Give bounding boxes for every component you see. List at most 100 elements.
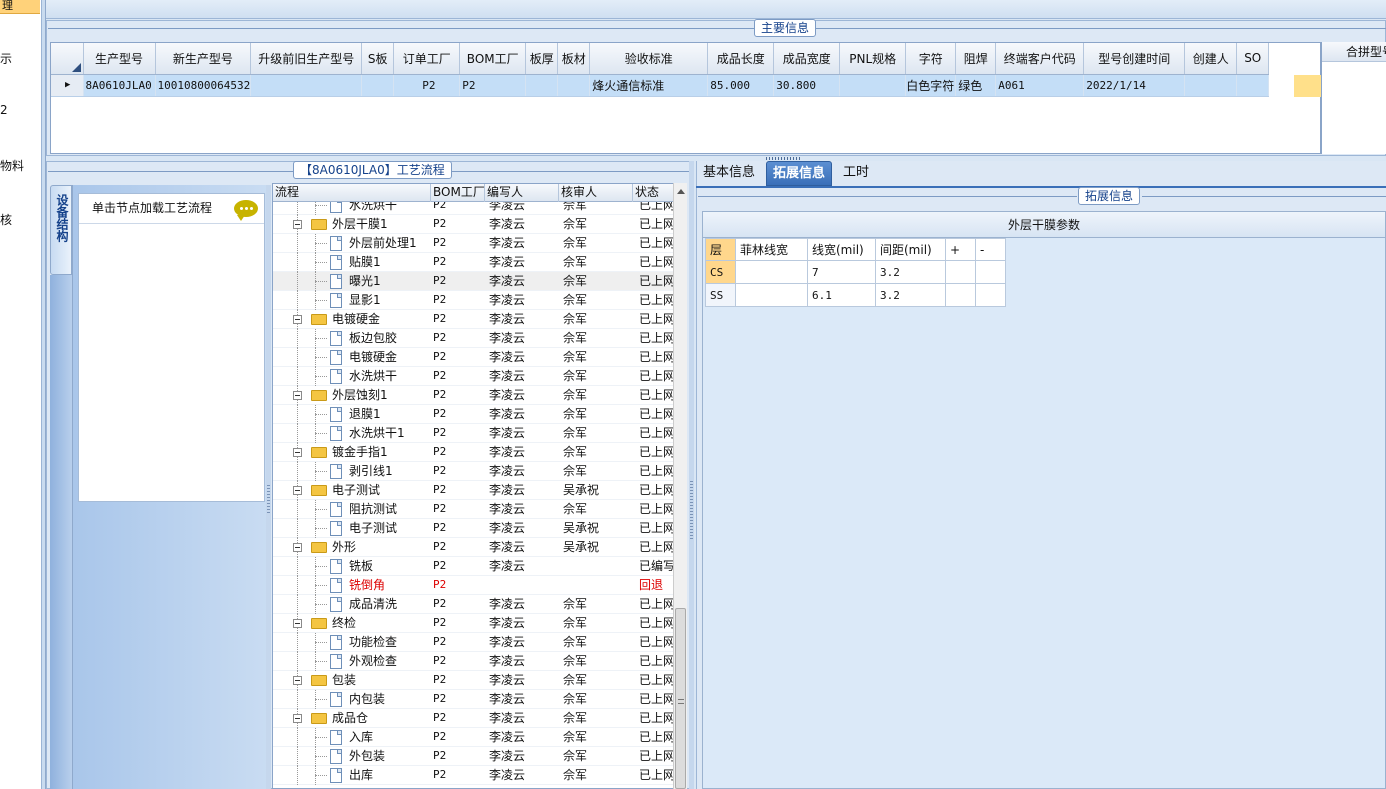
col-header-12[interactable]: 字符	[905, 43, 957, 75]
cell[interactable]	[361, 74, 395, 97]
tab-basic-info[interactable]: 基本信息	[697, 161, 761, 186]
param-col-film[interactable]: 菲林线宽	[735, 238, 808, 261]
tree-node[interactable]: 成品仓 P2 李凌云 佘军 已上网	[273, 709, 674, 728]
cell-layer[interactable]: SS	[705, 283, 736, 307]
cell[interactable]	[557, 74, 591, 97]
col-header-9[interactable]: 成品长度	[707, 43, 775, 75]
collapse-icon[interactable]	[293, 714, 302, 723]
cell-film[interactable]	[735, 283, 808, 307]
col-header-1[interactable]: 新生产型号	[155, 43, 252, 75]
cell-film[interactable]	[735, 260, 808, 284]
col-header-13[interactable]: 阻焊	[955, 43, 997, 75]
cell[interactable]	[1236, 74, 1270, 97]
cell[interactable]	[525, 74, 559, 97]
cell[interactable]: 30.800	[773, 74, 841, 97]
param-table[interactable]: 层 菲林线宽 线宽(mil) 间距(mil) + - CS 7 3.2 SS 6…	[705, 238, 1006, 307]
collapse-icon[interactable]	[293, 220, 302, 229]
param-col-spacing[interactable]: 间距(mil)	[875, 238, 946, 261]
tree-col-process[interactable]: 流程	[273, 184, 431, 202]
table-row[interactable]: ▶ 8A0610JLA0 10010800064532 P2 P2 烽火通信标准…	[51, 74, 1270, 97]
scroll-thumb[interactable]	[675, 608, 686, 789]
col-header-16[interactable]: 创建人	[1184, 43, 1238, 75]
tree-node[interactable]: 外层干膜1 P2 李凌云 佘军 已上网	[273, 215, 674, 234]
tab-work-hours[interactable]: 工时	[837, 161, 875, 186]
col-header-0[interactable]: 生产型号	[83, 43, 156, 75]
collapse-icon[interactable]	[293, 448, 302, 457]
cell-plus[interactable]	[945, 260, 976, 284]
col-header-7[interactable]: 板材	[557, 43, 591, 75]
tree-node[interactable]: 板边包胶 P2 李凌云 佘军 已上网	[273, 329, 674, 348]
cell-spacing[interactable]: 3.2	[875, 260, 946, 284]
cell-plus[interactable]	[945, 283, 976, 307]
cell[interactable]	[1184, 74, 1238, 97]
tree-node[interactable]: 电镀硬金 P2 李凌云 佘军 已上网	[273, 310, 674, 329]
tree-node[interactable]: 铣板 P2 李凌云 已编写	[273, 557, 674, 576]
tree-node[interactable]: 电子测试 P2 李凌云 吴承祝 已上网	[273, 481, 674, 500]
cell-minus[interactable]	[975, 283, 1006, 307]
merged-model-header[interactable]: 合拼型号	[1322, 42, 1386, 62]
tree-node[interactable]: 铣倒角 P2 回退	[273, 576, 674, 595]
collapse-icon[interactable]	[293, 676, 302, 685]
tree-node[interactable]: 外包装 P2 李凌云 佘军 已上网	[273, 747, 674, 766]
collapse-icon[interactable]	[293, 543, 302, 552]
cell[interactable]: 烽火通信标准	[589, 74, 709, 97]
param-col-width[interactable]: 线宽(mil)	[807, 238, 876, 261]
table-row[interactable]: SS 6.1 3.2	[705, 283, 1006, 307]
tree-node[interactable]: 内包装 P2 李凌云 佘军 已上网	[273, 690, 674, 709]
main-info-grid[interactable]: 生产型号 新生产型号 升级前旧生产型号 S板 订单工厂 BOM工厂 板厚 板材 …	[50, 42, 1321, 154]
tree-node[interactable]: 外层前处理1 P2 李凌云 佘军 已上网	[273, 234, 674, 253]
nav-item-selected[interactable]: 理	[0, 0, 40, 14]
nav-item-4[interactable]: 核	[0, 211, 12, 228]
process-tree[interactable]: 流程 BOM工厂 编写人 核审人 状态 水洗烘干 P2 李凌云 佘军 已上网 外层干膜1 P…	[272, 183, 687, 789]
tree-col-writer[interactable]: 编写人	[485, 184, 559, 202]
speech-bubble-icon[interactable]	[234, 200, 258, 221]
tree-node[interactable]: 水洗烘干1 P2 李凌云 佘军 已上网	[273, 424, 674, 443]
cell-layer[interactable]: CS	[705, 260, 736, 284]
cell-spacing[interactable]: 3.2	[875, 283, 946, 307]
tree-node[interactable]: 镀金手指1 P2 李凌云 佘军 已上网	[273, 443, 674, 462]
cell-minus[interactable]	[975, 260, 1006, 284]
tree-node[interactable]: 入库 P2 李凌云 佘军 已上网	[273, 728, 674, 747]
col-header-15[interactable]: 型号创建时间	[1083, 43, 1186, 75]
cell[interactable]: P2	[459, 74, 527, 97]
cell[interactable]	[839, 74, 907, 97]
tree-node[interactable]: 退膜1 P2 李凌云 佘军 已上网	[273, 405, 674, 424]
cell-width[interactable]: 6.1	[807, 283, 876, 307]
row-indicator[interactable]: ▶	[51, 74, 84, 97]
horizontal-splitter-grip[interactable]	[766, 157, 802, 160]
cell[interactable]: 2022/1/14	[1083, 74, 1186, 97]
tree-node[interactable]: 剥引线1 P2 李凌云 佘军 已上网	[273, 462, 674, 481]
tab-equipment-structure[interactable]: 设备结构	[50, 185, 72, 275]
col-header-5[interactable]: BOM工厂	[459, 43, 527, 75]
nav-item-1[interactable]: 示	[0, 50, 12, 67]
vertical-splitter[interactable]	[266, 185, 271, 789]
tree-col-reviewer[interactable]: 核审人	[559, 184, 633, 202]
collapse-icon[interactable]	[293, 486, 302, 495]
cell[interactable]: 10010800064532	[155, 74, 252, 97]
table-row[interactable]: CS 7 3.2	[705, 260, 1006, 284]
tree-node[interactable]: 功能检查 P2 李凌云 佘军 已上网	[273, 633, 674, 652]
nav-item-3[interactable]: 物料	[0, 157, 24, 174]
tree-node[interactable]: 外观检查 P2 李凌云 佘军 已上网	[273, 652, 674, 671]
col-header-17[interactable]: SO	[1236, 43, 1270, 75]
cell[interactable]: A061	[995, 74, 1085, 97]
cell[interactable]: P2	[393, 74, 461, 97]
col-header-11[interactable]: PNL规格	[839, 43, 907, 75]
param-col-layer[interactable]: 层	[705, 238, 736, 261]
col-header-3[interactable]: S板	[361, 43, 395, 75]
cell[interactable]: 绿色	[955, 74, 997, 97]
scroll-up-icon[interactable]	[677, 189, 685, 194]
remove-row-button[interactable]: -	[975, 238, 1006, 261]
col-header-10[interactable]: 成品宽度	[773, 43, 841, 75]
tree-node[interactable]: 包装 P2 李凌云 佘军 已上网	[273, 671, 674, 690]
col-header-14[interactable]: 终端客户代码	[995, 43, 1085, 75]
tree-node[interactable]: 水洗烘干 P2 李凌云 佘军 已上网	[273, 367, 674, 386]
collapse-icon[interactable]	[293, 619, 302, 628]
tree-node[interactable]: 显影1 P2 李凌云 佘军 已上网	[273, 291, 674, 310]
tree-node[interactable]: 贴膜1 P2 李凌云 佘军 已上网	[273, 253, 674, 272]
cell-width[interactable]: 7	[807, 260, 876, 284]
tree-node[interactable]: 水洗烘干 P2 李凌云 佘军 已上网	[273, 202, 674, 215]
tree-node[interactable]: 电镀硬金 P2 李凌云 佘军 已上网	[273, 348, 674, 367]
col-header-2[interactable]: 升级前旧生产型号	[250, 43, 363, 75]
tree-node[interactable]: 阻抗测试 P2 李凌云 佘军 已上网	[273, 500, 674, 519]
